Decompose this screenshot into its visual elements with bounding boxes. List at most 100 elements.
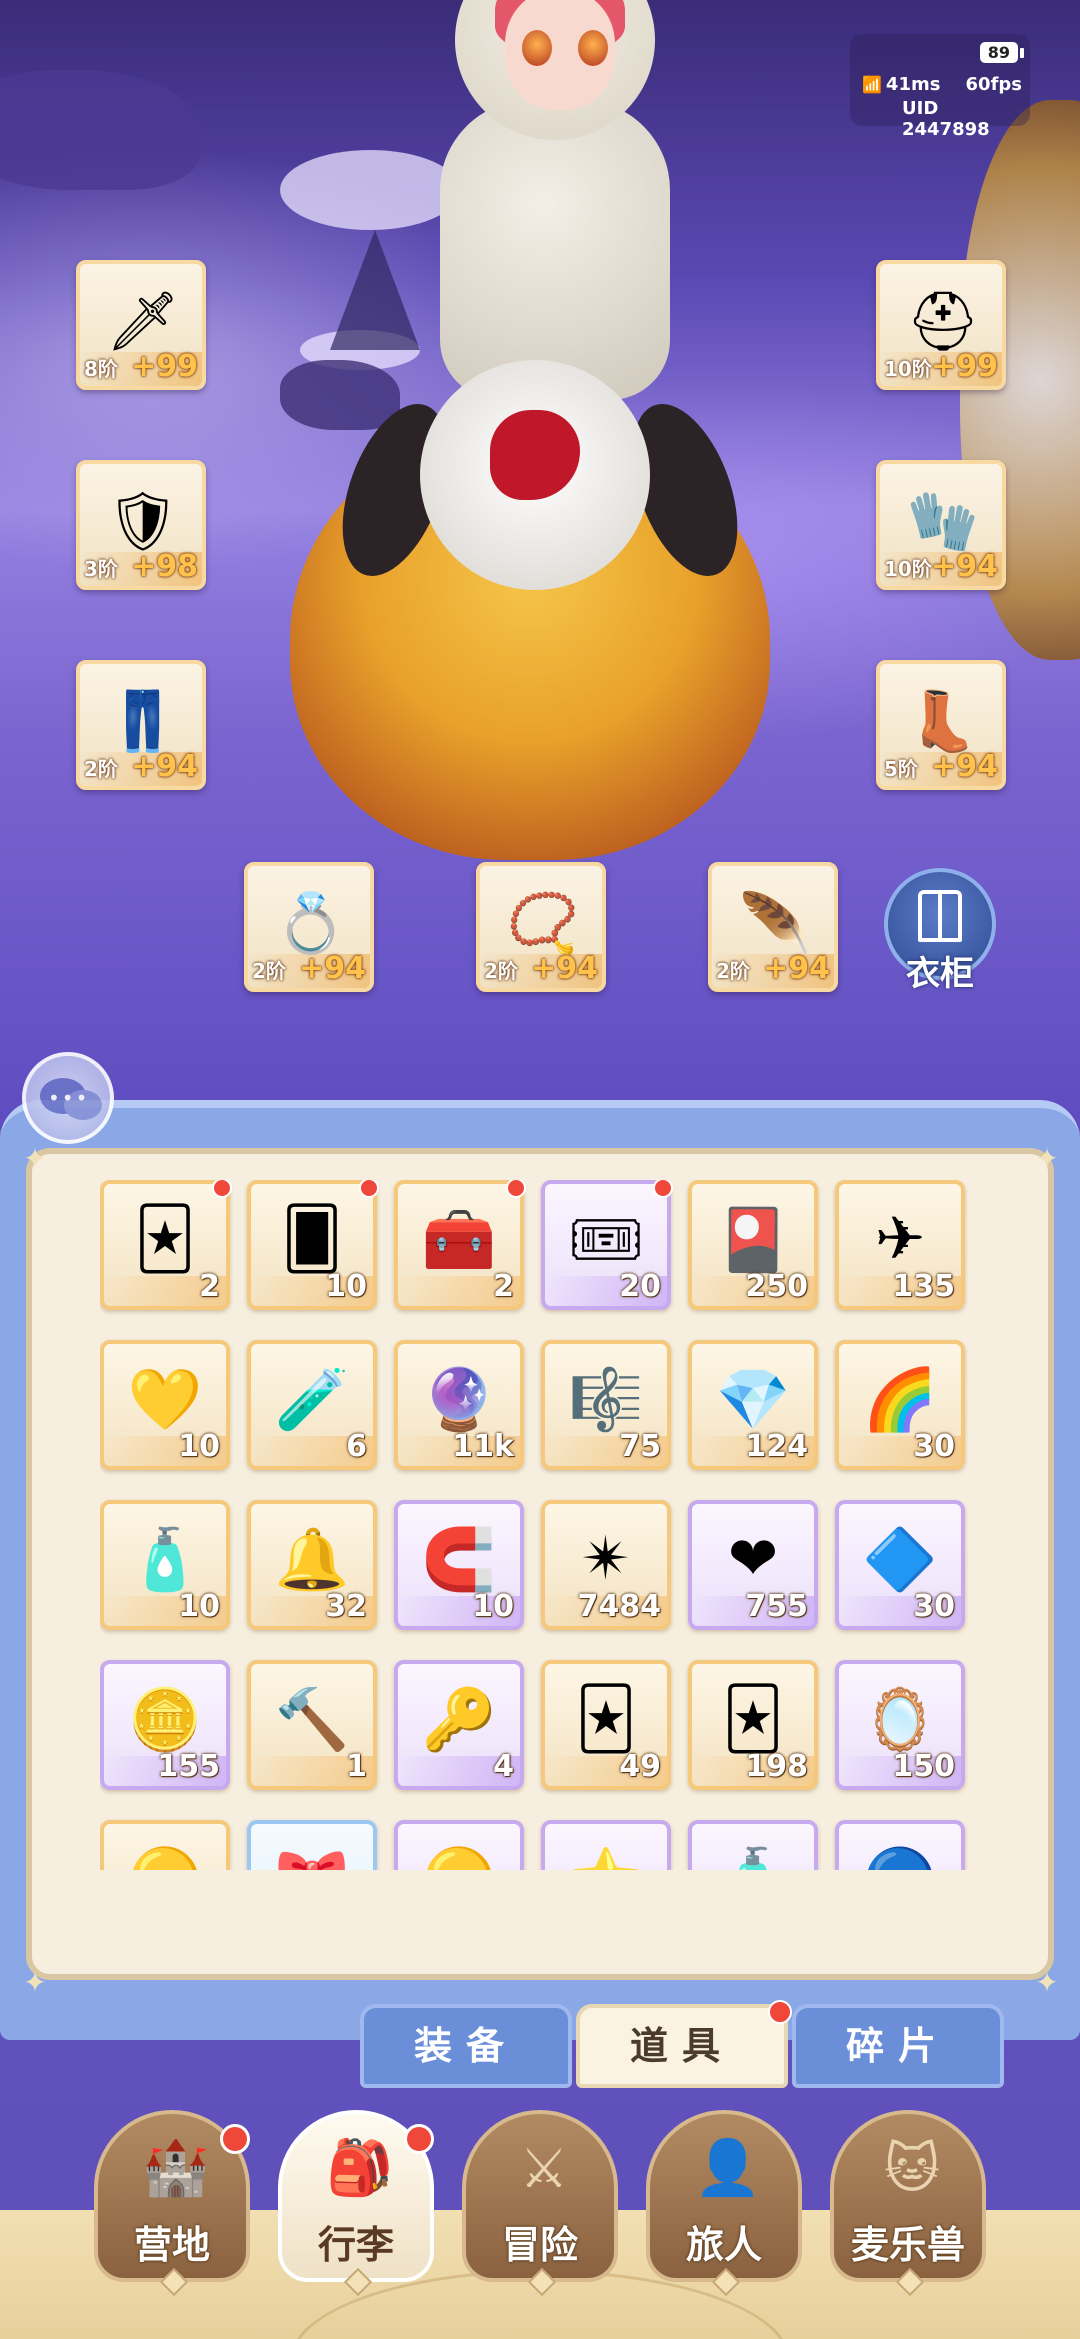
- inventory-item[interactable]: 💛 10: [100, 1340, 230, 1470]
- inventory-item[interactable]: 🧴 10: [100, 1500, 230, 1630]
- equipment-slot-weapon[interactable]: 🗡 8阶 +99: [76, 260, 206, 390]
- wifi-icon: 📶: [862, 75, 882, 94]
- item-count: 198: [745, 1749, 808, 1784]
- bonus-label: +94: [131, 749, 198, 784]
- inventory-item[interactable]: 🎼 75: [541, 1340, 671, 1470]
- rider-eye: [522, 30, 552, 66]
- inventory-item[interactable]: 🧰 2: [394, 1180, 526, 1310]
- inventory-item[interactable]: 🔵: [835, 1820, 965, 1870]
- item-count: 20: [619, 1269, 661, 1304]
- tab-label: 装备: [413, 2024, 518, 2068]
- item-count: 2: [493, 1269, 514, 1304]
- inventory-item[interactable]: ❤ 755: [688, 1500, 818, 1630]
- notification-badge: [768, 2000, 792, 2024]
- wardrobe-label: 衣柜: [906, 954, 974, 994]
- equipment-slot-charm[interactable]: 🪶 2阶 +94: [708, 862, 838, 992]
- new-item-badge: [359, 1180, 379, 1198]
- nav-label: 行李: [317, 2223, 394, 2267]
- inventory-item[interactable]: 🟡: [100, 1820, 230, 1870]
- nav-luggage[interactable]: 🎒 行李: [278, 2110, 434, 2297]
- bonus-label: +94: [763, 951, 830, 986]
- inventory-item[interactable]: 🔷 30: [835, 1500, 965, 1630]
- notification-badge: [404, 2124, 434, 2154]
- inventory-item[interactable]: 🔔 32: [247, 1500, 377, 1630]
- tree-silhouette: [330, 230, 420, 350]
- nav-label: 冒险: [501, 2223, 578, 2267]
- inventory-item[interactable]: ⭐: [541, 1820, 671, 1870]
- inventory-item[interactable]: 🌈 30: [835, 1340, 965, 1470]
- inventory-item[interactable]: 🪙 155: [100, 1660, 230, 1790]
- inventory-item[interactable]: 🃏 2: [100, 1180, 232, 1310]
- item-count: 10: [178, 1429, 220, 1464]
- inventory-item[interactable]: 🧴: [688, 1820, 818, 1870]
- bonus-label: +94: [531, 951, 598, 986]
- gold-eye-card-icon: 🃏: [134, 1204, 196, 1274]
- tier-label: 8阶: [84, 357, 118, 381]
- equipment-slot-helmet[interactable]: ⛑ 10阶 +99: [876, 260, 1006, 390]
- tier-label: 2阶: [716, 959, 750, 983]
- backpack-icon: 🎒: [326, 2136, 394, 2199]
- inventory-item[interactable]: ✴ 7484: [541, 1500, 671, 1630]
- bonus-label: +94: [931, 749, 998, 784]
- inventory-item[interactable]: 🪞 150: [835, 1660, 965, 1790]
- nav-label: 麦乐兽: [850, 2223, 965, 2267]
- cat-icon: 🐱: [883, 2136, 941, 2200]
- nav-pets[interactable]: 🐱 麦乐兽: [830, 2110, 986, 2297]
- notification-badge: [220, 2124, 250, 2154]
- tier-label: 5阶: [884, 757, 918, 781]
- nav-label: 营地: [133, 2223, 210, 2267]
- inventory-item[interactable]: 🃏 198: [688, 1660, 818, 1790]
- uid-text: UID 2447898: [902, 98, 990, 140]
- inventory-item[interactable]: 🎟 20: [541, 1180, 673, 1310]
- nav-camp[interactable]: 🏰 营地: [94, 2110, 250, 2297]
- inventory-item[interactable]: 🎀: [247, 1820, 377, 1870]
- inventory-item[interactable]: 🔮 11k: [394, 1340, 524, 1470]
- inventory-scroll-area[interactable]: 🃏 2 🂠 10 🧰 2 🎟 20 🎴 250 ✈ 135 💛 10 🧪 6 🔮 11k 🎼 75 💎 124 🌈 30 🧴 10…: [100, 1180, 980, 1870]
- equipment-slot-pants[interactable]: 👖 2阶 +94: [76, 660, 206, 790]
- battery-indicator: 89: [979, 42, 1025, 63]
- inventory-item[interactable]: 🧲 10: [394, 1500, 524, 1630]
- inventory-item[interactable]: 🂠 10: [247, 1180, 379, 1310]
- tier-label: 10阶: [884, 557, 932, 581]
- bonus-label: +99: [931, 349, 998, 384]
- inventory-item[interactable]: 🧪 6: [247, 1340, 377, 1470]
- item-count: 1: [346, 1749, 367, 1784]
- tab-equipment[interactable]: 装备: [360, 2004, 572, 2088]
- wardrobe-icon: [918, 890, 962, 942]
- item-count: 6: [346, 1429, 367, 1464]
- item-count: 7484: [577, 1589, 662, 1624]
- item-count: 32: [325, 1589, 367, 1624]
- equipment-slot-armor[interactable]: 🛡 3阶 +98: [76, 460, 206, 590]
- equipment-slot-necklace[interactable]: 📿 2阶 +94: [476, 862, 606, 992]
- inventory-item[interactable]: 🟡: [394, 1820, 524, 1870]
- crossed-swords-icon: ⚔: [519, 2136, 569, 2200]
- tab-fragments[interactable]: 碎片: [792, 2004, 1004, 2088]
- partial-item-icon: ⭐: [559, 1834, 653, 1871]
- item-count: 11k: [452, 1429, 514, 1464]
- nav-traveler[interactable]: 👤 旅人: [646, 2110, 802, 2297]
- rider-eye: [578, 30, 608, 66]
- chat-button[interactable]: •••: [22, 1052, 114, 1144]
- inventory-item[interactable]: ✈ 135: [835, 1180, 965, 1310]
- item-count: 4: [493, 1749, 514, 1784]
- inventory-item[interactable]: 🔑 4: [394, 1660, 524, 1790]
- inventory-item[interactable]: 🔨 1: [247, 1660, 377, 1790]
- bonus-label: +98: [131, 549, 198, 584]
- equipment-slot-boots[interactable]: 👢 5阶 +94: [876, 660, 1006, 790]
- snow-mound: [280, 150, 460, 230]
- partial-item-icon: 🟡: [412, 1834, 506, 1871]
- rock: [280, 360, 400, 430]
- inventory-item[interactable]: 💎 124: [688, 1340, 818, 1470]
- inventory-item[interactable]: 🎴 250: [688, 1180, 818, 1310]
- tab-items[interactable]: 道具: [576, 2000, 792, 2088]
- equipment-slot-gloves[interactable]: 🧤 10阶 +94: [876, 460, 1006, 590]
- tab-label: 道具: [629, 2024, 734, 2068]
- partial-item-icon: 🔵: [853, 1834, 947, 1871]
- equipment-slot-ring[interactable]: 💍 2阶 +94: [244, 862, 374, 992]
- item-count: 2: [199, 1269, 220, 1304]
- inventory-item[interactable]: 🃏 49: [541, 1660, 671, 1790]
- item-count: 30: [913, 1589, 955, 1624]
- nav-label: 旅人: [685, 2223, 762, 2267]
- nav-adventure[interactable]: ⚔ 冒险: [462, 2110, 618, 2297]
- gold-key-icon: 🔑: [421, 1684, 497, 1755]
